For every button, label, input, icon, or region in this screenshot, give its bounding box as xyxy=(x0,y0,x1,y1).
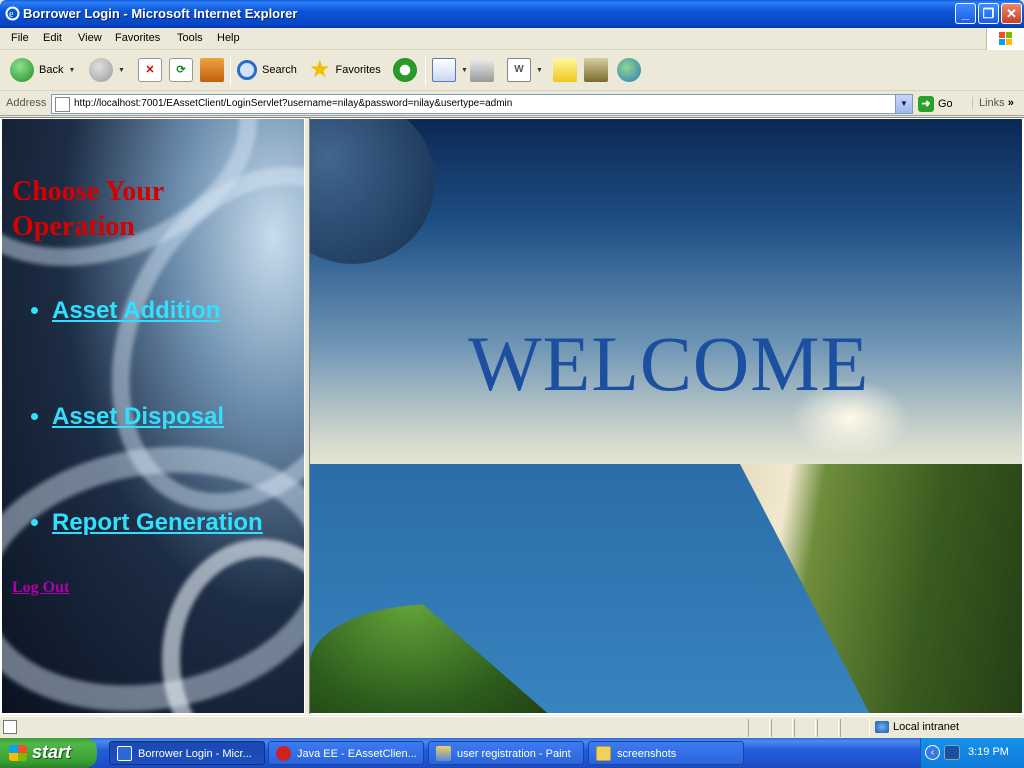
menu-file[interactable]: File xyxy=(11,32,29,44)
title-bar[interactable]: e Borrower Login - Microsoft Internet Ex… xyxy=(0,0,1024,28)
report-generation-link[interactable]: Report Generation xyxy=(52,509,263,536)
status-bar: Local intranet xyxy=(0,716,1024,738)
welcome-text: WELCOME xyxy=(468,320,870,407)
word-icon: W xyxy=(507,58,531,82)
history-button[interactable] xyxy=(393,51,417,89)
refresh-icon: ⟳ xyxy=(169,58,193,82)
start-button[interactable]: start xyxy=(0,738,97,768)
forward-arrow-icon xyxy=(89,58,113,82)
edit-button[interactable]: W ▼ xyxy=(507,51,543,89)
asset-addition-link[interactable]: Asset Addition xyxy=(52,297,220,324)
home-icon xyxy=(200,58,224,82)
left-frame: Choose Your Operation Asset Addition Ass… xyxy=(2,119,304,713)
taskbar: start Borrower Login - Micr... Java EE -… xyxy=(0,738,1024,768)
stop-icon: ✕ xyxy=(138,58,162,82)
mail-button[interactable]: ▼ xyxy=(432,51,468,89)
address-url[interactable]: http://localhost:7001/EAssetClient/Login… xyxy=(74,98,512,109)
list-item: Asset Disposal xyxy=(52,403,263,431)
search-button[interactable]: Search xyxy=(237,51,297,89)
browser-window: e Borrower Login - Microsoft Internet Ex… xyxy=(0,0,1024,738)
ie-icon xyxy=(117,746,132,761)
discuss-button[interactable] xyxy=(553,51,577,89)
window-title: Borrower Login - Microsoft Internet Expl… xyxy=(23,6,298,21)
back-label: Back xyxy=(39,64,64,76)
tray-expand-icon[interactable]: ‹ xyxy=(925,745,940,760)
page-content: Choose Your Operation Asset Addition Ass… xyxy=(0,117,1024,715)
task-screenshots-folder[interactable]: screenshots xyxy=(588,741,744,765)
search-icon xyxy=(237,60,257,80)
windows-flag-icon xyxy=(986,28,1024,50)
links-toolbar[interactable]: Links » xyxy=(972,97,1014,109)
page-status-icon xyxy=(3,720,17,734)
mail-icon xyxy=(432,58,456,82)
edit-dropdown-icon[interactable]: ▼ xyxy=(536,67,543,74)
task-paint[interactable]: user registration - Paint xyxy=(428,741,584,765)
menu-view[interactable]: View xyxy=(78,32,102,44)
menu-edit[interactable]: Edit xyxy=(43,32,62,44)
menu-favorites[interactable]: Favorites xyxy=(115,32,160,44)
back-arrow-icon xyxy=(10,58,34,82)
back-dropdown-icon[interactable]: ▼ xyxy=(68,67,75,74)
security-zone: Local intranet xyxy=(893,721,960,733)
toolbar-separator xyxy=(425,57,426,85)
standard-toolbar: Back ▼ ▼ ✕ ⟳ Search ★ Favorites ▼ W ▼ xyxy=(0,51,1024,91)
go-button[interactable]: ➜ Go xyxy=(918,95,953,113)
address-bar: Address http://localhost:7001/EAssetClie… xyxy=(0,92,1024,116)
print-button[interactable] xyxy=(470,51,494,89)
go-label: Go xyxy=(938,98,953,110)
intranet-icon xyxy=(875,721,889,733)
operation-heading: Choose Your Operation xyxy=(12,176,164,242)
menu-tools[interactable]: Tools xyxy=(177,32,203,44)
research-button[interactable] xyxy=(584,51,608,89)
refresh-button[interactable]: ⟳ xyxy=(169,51,193,89)
restore-button[interactable]: ❐ xyxy=(978,3,999,24)
menu-help[interactable]: Help xyxy=(217,32,240,44)
paint-icon xyxy=(436,746,451,761)
menu-bar: File Edit View Favorites Tools Help xyxy=(0,28,1024,50)
system-tray: ‹ 3:19 PM xyxy=(920,738,1024,768)
links-label: Links xyxy=(979,97,1005,109)
star-icon: ★ xyxy=(309,56,331,83)
operation-list: Asset Addition Asset Disposal Report Gen… xyxy=(36,297,263,615)
home-button[interactable] xyxy=(200,51,224,89)
favorites-button[interactable]: ★ Favorites xyxy=(309,51,381,89)
forward-button[interactable]: ▼ xyxy=(89,51,125,89)
planet-image xyxy=(310,119,435,264)
address-dropdown-icon[interactable]: ▼ xyxy=(895,95,912,113)
asset-disposal-link[interactable]: Asset Disposal xyxy=(52,403,224,430)
messenger-icon xyxy=(617,58,641,82)
stop-button[interactable]: ✕ xyxy=(138,51,162,89)
page-icon xyxy=(55,97,70,112)
task-java-ee[interactable]: Java EE - EAssetClien... xyxy=(268,741,424,765)
history-icon xyxy=(393,58,417,82)
address-label: Address xyxy=(6,97,47,109)
clock: 3:19 PM xyxy=(968,746,1009,758)
research-icon xyxy=(584,58,608,82)
note-icon xyxy=(553,58,577,82)
network-icon[interactable] xyxy=(944,745,960,760)
go-arrow-icon: ➜ xyxy=(918,96,934,112)
address-input[interactable]: http://localhost:7001/EAssetClient/Login… xyxy=(51,94,913,114)
close-button[interactable]: ✕ xyxy=(1001,3,1022,24)
eclipse-icon xyxy=(276,746,291,761)
messenger-button[interactable] xyxy=(617,51,641,89)
svg-text:e: e xyxy=(9,9,14,20)
windows-logo-icon xyxy=(9,745,27,761)
search-label: Search xyxy=(262,64,297,76)
task-ie-borrower-login[interactable]: Borrower Login - Micr... xyxy=(109,741,265,765)
right-frame: WELCOME xyxy=(310,119,1022,713)
start-label: start xyxy=(32,742,72,762)
ie-icon: e xyxy=(5,6,20,21)
list-item: Asset Addition xyxy=(52,297,263,325)
logout-link[interactable]: Log Out xyxy=(12,579,69,597)
minimize-button[interactable]: _ xyxy=(955,3,976,24)
print-icon xyxy=(470,58,494,82)
toolbar-separator xyxy=(230,57,231,85)
folder-icon xyxy=(596,746,611,761)
back-button[interactable]: Back ▼ xyxy=(10,51,75,89)
list-item: Report Generation xyxy=(52,509,263,537)
mail-dropdown-icon[interactable]: ▼ xyxy=(461,67,468,74)
favorites-label: Favorites xyxy=(335,64,381,76)
forward-dropdown-icon[interactable]: ▼ xyxy=(118,67,125,74)
